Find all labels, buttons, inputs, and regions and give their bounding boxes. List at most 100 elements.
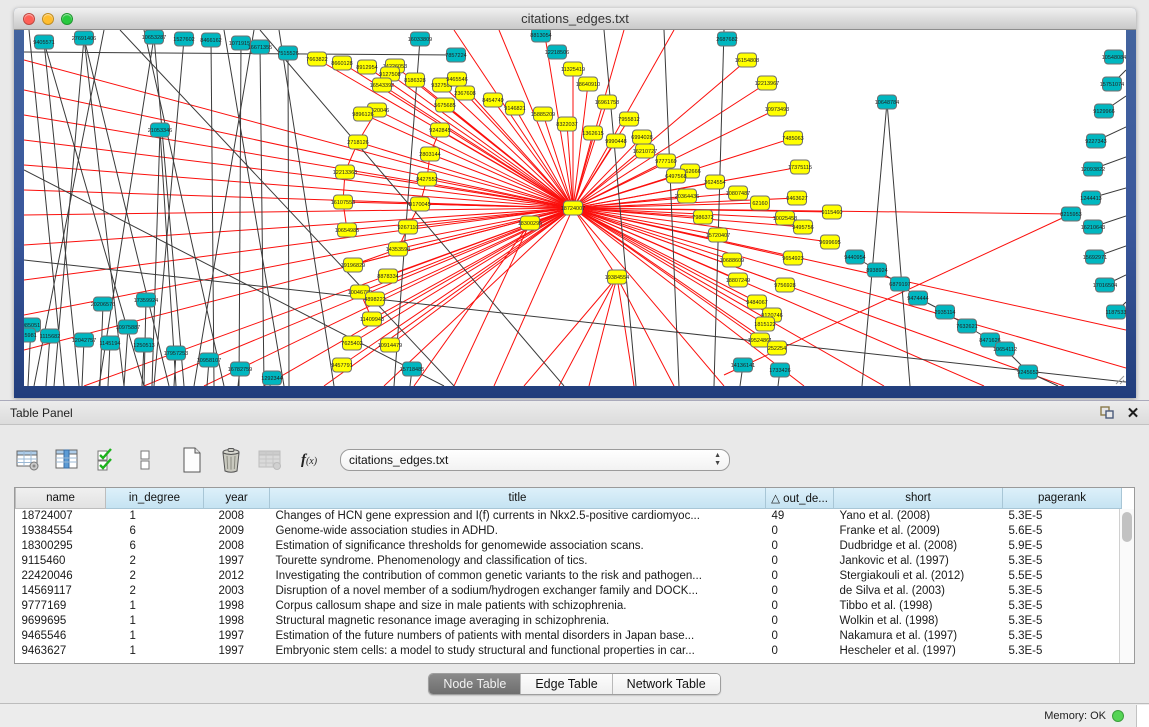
graph-node-12042757[interactable]: 12042757 (72, 333, 96, 347)
graph-node-16961758[interactable]: 16961758 (595, 95, 619, 109)
graph-node-1815122[interactable]: 1815122 (754, 317, 775, 331)
graph-node-9756928[interactable]: 9756928 (774, 278, 795, 292)
graph-node-8215953[interactable]: 8215953 (1060, 207, 1081, 221)
graph-node-8878334[interactable]: 8878334 (377, 269, 398, 283)
graph-node-8322037[interactable]: 8322037 (556, 117, 577, 131)
graph-node-7515526[interactable]: 7515526 (277, 46, 298, 60)
graph-node-18807249[interactable]: 18807249 (726, 273, 750, 287)
graph-node-2803144[interactable]: 2803144 (419, 147, 440, 161)
graph-node-20206576[interactable]: 20206576 (91, 297, 115, 311)
graph-nodes[interactable]: 9405571276914061065328715276028466162107… (24, 30, 1126, 385)
graph-node-8912954[interactable]: 8912954 (356, 60, 377, 74)
graph-node-9115460[interactable]: 9115460 (821, 205, 842, 219)
graph-node-9465546[interactable]: 9465546 (446, 72, 467, 86)
graph-node-9777169[interactable]: 9777169 (655, 154, 676, 168)
canvas-resize-grip[interactable] (1116, 376, 1124, 384)
graph-node-18300295[interactable]: 18300295 (518, 216, 542, 230)
graph-node-10958107[interactable]: 10958107 (197, 353, 221, 367)
graph-node-1733426[interactable]: 1733426 (769, 363, 790, 377)
zoom-window-button[interactable] (61, 13, 73, 25)
graph-node-2687682[interactable]: 2687682 (716, 32, 737, 46)
graph-node-6879197[interactable]: 6879197 (889, 277, 910, 291)
column-header-year[interactable]: year (204, 488, 270, 508)
tab-network-table[interactable]: Network Table (613, 674, 720, 694)
graph-node-1527602[interactable]: 1527602 (173, 32, 194, 46)
graph-node-3624554[interactable]: 3624554 (704, 175, 725, 189)
graph-node-11325419[interactable]: 11325419 (561, 62, 585, 76)
graph-node-16671355[interactable]: 16671355 (248, 40, 272, 54)
graph-node-6497568[interactable]: 6497568 (665, 169, 686, 183)
table-row[interactable]: 2242004622012Investigating the contribut… (16, 568, 1122, 583)
graph-node-9990448[interactable]: 9990448 (605, 134, 626, 148)
graph-node-62160[interactable]: 62160 (751, 196, 770, 210)
graph-node-17359924[interactable]: 17359924 (134, 293, 158, 307)
graph-node-7857224[interactable]: 7857224 (445, 48, 466, 62)
graph-node-16210643[interactable]: 16210643 (1081, 220, 1105, 234)
graph-node-12213967[interactable]: 12213967 (755, 76, 779, 90)
graph-node-10654112[interactable]: 10654112 (993, 342, 1017, 356)
tab-edge-table[interactable]: Edge Table (521, 674, 612, 694)
graph-node-16782759[interactable]: 16782759 (228, 362, 252, 376)
graph-node-4898222[interactable]: 4898222 (364, 292, 385, 306)
table-row[interactable]: 969969511998Structural magnetic resonanc… (16, 613, 1122, 628)
graph-node-10914479[interactable]: 10914479 (378, 338, 402, 352)
graph-node-12218506[interactable]: 12218506 (545, 45, 569, 59)
graph-node-18640910[interactable]: 18640910 (576, 77, 600, 91)
graph-node-10688609[interactable]: 10688609 (720, 253, 744, 267)
graph-node-9440954[interactable]: 9440954 (844, 250, 865, 264)
table-source-dropdown[interactable]: citations_edges.txt ▲▼ (340, 449, 730, 471)
graph-node-252254[interactable]: 252254 (768, 341, 787, 355)
delete-table-button[interactable] (217, 446, 245, 474)
table-row[interactable]: 1830029562008Estimation of significance … (16, 538, 1122, 553)
graph-node-9245652[interactable]: 9245652 (1017, 365, 1038, 379)
graph-node-14353594[interactable]: 14353594 (386, 242, 410, 256)
graph-node-7986372[interactable]: 7986372 (692, 210, 713, 224)
graph-node-1244413[interactable]: 1244413 (1080, 191, 1101, 205)
graph-node-16543392[interactable]: 16543392 (370, 78, 394, 92)
graph-node-7632621[interactable]: 7632621 (956, 319, 977, 333)
tab-node-table[interactable]: Node Table (429, 674, 521, 694)
graph-node-10648784[interactable]: 10648784 (875, 95, 899, 109)
close-panel-button[interactable]: ✕ (1123, 404, 1143, 422)
graph-node-8427552[interactable]: 8427552 (416, 172, 437, 186)
graph-node-17375115[interactable]: 17375115 (788, 160, 812, 174)
graph-node-8938924[interactable]: 8938924 (866, 263, 887, 277)
graph-node-9896126[interactable]: 9896126 (352, 107, 373, 121)
graph-node-7625402[interactable]: 7625402 (341, 336, 362, 350)
import-table-button-disabled[interactable] (256, 446, 284, 474)
graph-node-9654923[interactable]: 9654923 (782, 251, 803, 265)
graph-node-10973493[interactable]: 10973493 (765, 102, 789, 116)
graph-node-6994028[interactable]: 6994028 (631, 130, 652, 144)
function-builder-button[interactable]: f(x) (295, 446, 323, 474)
citation-network-graph[interactable]: 9405571276914061065328715276028466162107… (24, 30, 1126, 386)
graph-node-9463627[interactable]: 9463627 (786, 191, 807, 205)
table-row[interactable]: 1456911722003Disruption of a novel membe… (16, 583, 1122, 598)
graph-node-18724007[interactable]: 18724007 (561, 201, 585, 215)
column-header-name[interactable]: name (16, 488, 106, 508)
graph-node-9170045[interactable]: 9170045 (409, 197, 430, 211)
table-row[interactable]: 946362711997Embryonic stem cells: a mode… (16, 643, 1122, 658)
table-row[interactable]: 911546021997Tourette syndrome. Phenomeno… (16, 553, 1122, 568)
graph-node-9146821[interactable]: 9146821 (504, 101, 525, 115)
graph-node-15718485[interactable]: 15718485 (400, 362, 424, 376)
graph-node-10653287[interactable]: 10653287 (142, 30, 166, 44)
graph-node-16033809[interactable]: 16033809 (408, 32, 432, 46)
graph-node-1145194[interactable]: 1145194 (99, 336, 120, 350)
graph-node-10975887[interactable]: 10975887 (116, 320, 140, 334)
graph-node-5675685[interactable]: 5675685 (434, 98, 455, 112)
graph-node-9699695[interactable]: 9699695 (819, 235, 840, 249)
graph-node-16210727[interactable]: 16210727 (633, 144, 657, 158)
graph-node-15751074[interactable]: 15751074 (1100, 77, 1124, 91)
graph-node-21053346[interactable]: 21053346 (148, 123, 172, 137)
graph-node-16107553[interactable]: 16107553 (331, 195, 355, 209)
table-row[interactable]: 1938455462009Genome-wide association stu… (16, 523, 1122, 538)
graph-node-1292344[interactable]: 1292344 (261, 371, 282, 385)
table-row[interactable]: 946554611997Estimation of the future num… (16, 628, 1122, 643)
graph-node-17016504[interactable]: 17016504 (1093, 278, 1117, 292)
graph-node-15885209[interactable]: 15885209 (531, 107, 555, 121)
graph-node-9242845[interactable]: 9242845 (429, 123, 450, 137)
graph-node-3915981[interactable]: 3915981 (24, 328, 37, 342)
graph-node-20364436[interactable]: 20364436 (675, 189, 699, 203)
select-all-rows-button[interactable] (92, 446, 120, 474)
graph-node-17957253[interactable]: 17957253 (164, 346, 188, 360)
